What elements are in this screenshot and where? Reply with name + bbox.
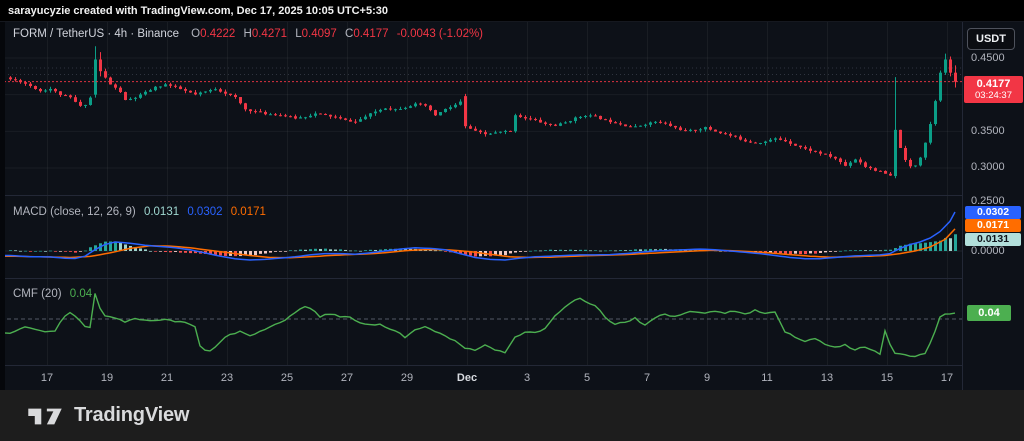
macd-hist-value: 0.0131 bbox=[144, 206, 179, 218]
change-value: -0.0043 (-1.02%) bbox=[397, 28, 483, 40]
time-tick-label: Dec bbox=[457, 366, 477, 390]
tradingview-logo-icon[interactable] bbox=[28, 403, 62, 429]
footer: TradingView bbox=[0, 390, 1024, 441]
low-value: 0.4097 bbox=[302, 28, 337, 40]
cmf-value: 0.04 bbox=[70, 288, 92, 300]
last-price-badge: 0.4177 03:24:37 bbox=[964, 76, 1023, 103]
time-tick-label: 15 bbox=[881, 366, 893, 390]
bar-countdown: 03:24:37 bbox=[964, 90, 1023, 101]
time-tick-label: 13 bbox=[821, 366, 833, 390]
tradingview-chart-screenshot: sarayucyzie created with TradingView.com… bbox=[0, 0, 1024, 441]
macd-line-badge: 0.0302 bbox=[965, 206, 1021, 219]
macd-hist-badge: 0.0131 bbox=[965, 233, 1021, 246]
macd-params: (close, 12, 26, 9) bbox=[50, 206, 136, 218]
chart-area[interactable]: FORM / TetherUS · 4h · Binance O0.4222 H… bbox=[0, 22, 1024, 390]
time-tick-label: 25 bbox=[281, 366, 293, 390]
left-edge-strip bbox=[0, 22, 5, 390]
macd-signal-badge: 0.0171 bbox=[965, 219, 1021, 232]
currency-toggle-button[interactable]: USDT bbox=[967, 28, 1015, 50]
cmf-title[interactable]: CMF (20) bbox=[13, 288, 62, 300]
time-axis[interactable]: 17 19 21 23 25 27 29 Dec 3 5 7 9 11 13 15 17 bbox=[0, 365, 1024, 391]
time-tick-label: 11 bbox=[761, 366, 772, 390]
time-tick-label: 3 bbox=[524, 366, 530, 390]
price-tick-label: 0.3500 bbox=[971, 124, 1005, 138]
time-tick-label: 23 bbox=[221, 366, 233, 390]
time-tick-label: 21 bbox=[161, 366, 173, 390]
price-tick-label: 0.0000 bbox=[971, 244, 1005, 258]
price-scale[interactable]: USDT 0.4177 03:24:37 0.0302 0.0171 0.013… bbox=[962, 22, 1024, 390]
last-price-value: 0.4177 bbox=[964, 78, 1023, 90]
time-tick-label: 9 bbox=[704, 366, 710, 390]
macd-legend: MACD (close, 12, 26, 9) 0.0131 0.0302 0.… bbox=[13, 206, 266, 218]
high-value: 0.4271 bbox=[252, 28, 287, 40]
tradingview-wordmark[interactable]: TradingView bbox=[74, 404, 189, 427]
cmf-pane[interactable] bbox=[0, 279, 962, 365]
pane-separator[interactable] bbox=[0, 278, 1024, 279]
pane-separator[interactable] bbox=[0, 195, 1024, 196]
open-label: O bbox=[191, 28, 200, 40]
symbol-title[interactable]: FORM / TetherUS · 4h · Binance bbox=[13, 28, 179, 40]
macd-title[interactable]: MACD bbox=[13, 206, 47, 218]
time-tick-label: 27 bbox=[341, 366, 353, 390]
price-tick-label: 0.3000 bbox=[971, 160, 1005, 174]
open-value: 0.4222 bbox=[200, 28, 235, 40]
price-pane[interactable] bbox=[0, 22, 962, 196]
close-value: 0.4177 bbox=[353, 28, 388, 40]
macd-line-value: 0.0302 bbox=[187, 206, 222, 218]
high-label: H bbox=[244, 28, 252, 40]
cmf-value-badge: 0.04 bbox=[967, 305, 1011, 321]
time-tick-label: 17 bbox=[41, 366, 53, 390]
attribution-text: sarayucyzie created with TradingView.com… bbox=[8, 5, 388, 17]
time-tick-label: 19 bbox=[101, 366, 113, 390]
time-tick-label: 7 bbox=[644, 366, 650, 390]
time-tick-label: 17 bbox=[941, 366, 953, 390]
time-tick-label: 5 bbox=[584, 366, 590, 390]
time-tick-label: 29 bbox=[401, 366, 413, 390]
cmf-legend: CMF (20) 0.04 bbox=[13, 288, 92, 300]
macd-signal-value: 0.0171 bbox=[231, 206, 266, 218]
price-tick-label: 0.4500 bbox=[971, 51, 1005, 65]
attribution-bar: sarayucyzie created with TradingView.com… bbox=[0, 0, 1024, 22]
symbol-legend: FORM / TetherUS · 4h · Binance O0.4222 H… bbox=[13, 28, 483, 40]
